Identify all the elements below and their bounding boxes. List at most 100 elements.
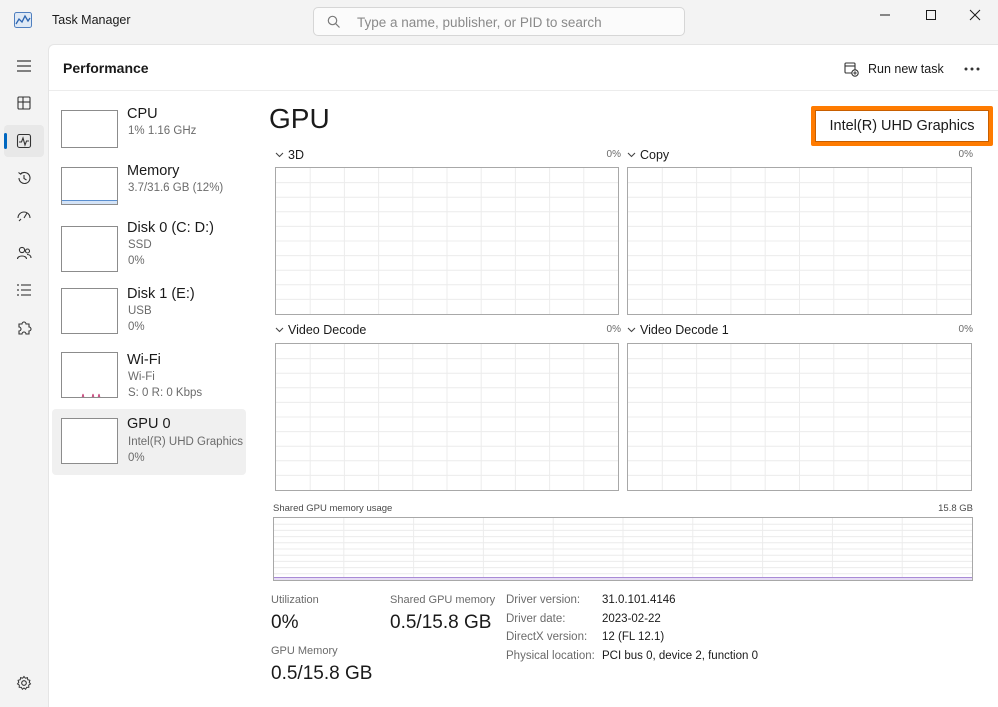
engine-label: Copy: [640, 148, 670, 162]
run-new-task-icon: [844, 61, 859, 77]
run-new-task-label: Run new task: [868, 62, 944, 76]
gpu-memory-value: 0.5/15.8 GB: [271, 663, 373, 684]
navigation-rail: [0, 44, 48, 707]
more-options-button[interactable]: [961, 59, 983, 79]
device-item-gpu-0[interactable]: GPU 0 Intel(R) UHD Graphics 0%: [52, 409, 246, 475]
startup-speedometer-icon: [17, 211, 31, 222]
engine-percent: 0%: [606, 324, 621, 335]
hamburger-menu-button[interactable]: [4, 50, 44, 82]
search-icon: [327, 15, 340, 28]
device-name: Wi-Fi: [127, 352, 161, 368]
maximize-icon: [926, 10, 936, 20]
shared-memory-graph-max: 15.8 GB: [938, 503, 973, 514]
shared-memory-graph: [273, 517, 973, 581]
title-bar: Task Manager Type a name, publisher, or …: [0, 0, 998, 44]
physical-location-value: PCI bus 0, device 2, function 0: [602, 650, 758, 662]
device-type: USB: [128, 305, 152, 317]
engine-graph-copy: [627, 167, 972, 315]
device-name: Memory: [127, 163, 180, 179]
processes-icon: [17, 96, 31, 110]
driver-date-value: 2023-02-22: [602, 613, 661, 625]
users-icon: [16, 246, 32, 260]
engine-selector-video-decode-1[interactable]: Video Decode 1: [627, 323, 729, 337]
driver-version-value: 31.0.101.4146: [602, 594, 676, 606]
disk1-thumbnail-graph: [61, 288, 118, 334]
run-new-task-button[interactable]: Run new task: [844, 58, 944, 80]
engine-percent: 0%: [958, 324, 973, 335]
shared-gpu-memory-label: Shared GPU memory: [390, 594, 496, 606]
close-button[interactable]: [952, 0, 998, 30]
engine-selector-video-decode[interactable]: Video Decode: [275, 323, 366, 337]
performance-icon: [16, 133, 32, 149]
hamburger-icon: [17, 60, 31, 72]
search-input[interactable]: Type a name, publisher, or PID to search: [313, 7, 685, 36]
engine-label: Video Decode: [288, 323, 367, 337]
device-usage: 0%: [128, 321, 145, 333]
device-usage: 0%: [128, 452, 145, 464]
engine-percent: 0%: [606, 149, 621, 160]
directx-version-label: DirectX version:: [506, 631, 588, 643]
device-model: Intel(R) UHD Graphics: [128, 436, 244, 448]
directx-version-value: 12 (FL 12.1): [602, 631, 665, 643]
settings-gear-icon: [16, 675, 32, 691]
engine-graph-3d: [275, 167, 619, 315]
device-name: GPU 0: [127, 416, 171, 432]
driver-version-label: Driver version:: [506, 594, 581, 606]
services-puzzle-icon: [18, 321, 32, 335]
utilization-label: Utilization: [271, 594, 319, 606]
memory-thumbnail-graph: [61, 167, 118, 205]
device-detail: 3.7/31.6 GB (12%): [128, 182, 224, 194]
nav-services[interactable]: [4, 312, 44, 344]
chevron-down-icon: [627, 327, 636, 333]
shared-gpu-memory-value: 0.5/15.8 GB: [390, 612, 492, 633]
page-header: Performance Run new task: [49, 45, 998, 91]
engine-selector-copy[interactable]: Copy: [627, 148, 669, 162]
details-list-icon: [17, 284, 31, 296]
disk0-thumbnail-graph: [61, 226, 118, 272]
gpu-model-name: Intel(R) UHD Graphics: [811, 106, 993, 146]
more-options-icon: [964, 67, 980, 71]
engine-graph-video-decode: [275, 343, 619, 491]
gpu-memory-label: GPU Memory: [271, 645, 338, 657]
chevron-down-icon: [275, 327, 284, 333]
nav-app-history[interactable]: [4, 162, 44, 194]
device-detail: 1% 1.16 GHz: [128, 125, 197, 137]
engine-selector-3d[interactable]: 3D: [275, 148, 304, 162]
device-usage: 0%: [128, 255, 145, 267]
window-title: Task Manager: [52, 13, 131, 27]
device-item-wifi[interactable]: Wi-Fi Wi-Fi S: 0 R: 0 Kbps: [52, 348, 246, 414]
gpu-thumbnail-graph: [61, 418, 118, 464]
minimize-button[interactable]: [862, 0, 908, 30]
device-type: SSD: [128, 239, 152, 251]
page-title: Performance: [63, 60, 149, 76]
nav-users[interactable]: [4, 237, 44, 269]
wifi-thumbnail-graph: [61, 352, 118, 398]
nav-details[interactable]: [4, 274, 44, 306]
device-type: Wi-Fi: [128, 371, 155, 383]
device-throughput: S: 0 R: 0 Kbps: [128, 387, 203, 399]
minimize-icon: [880, 14, 890, 16]
device-name: CPU: [127, 106, 158, 122]
history-icon: [18, 171, 31, 184]
chevron-down-icon: [275, 152, 284, 158]
close-icon: [969, 9, 981, 21]
nav-performance[interactable]: [4, 125, 44, 157]
chevron-down-icon: [627, 152, 636, 158]
engine-percent: 0%: [958, 149, 973, 160]
utilization-value: 0%: [271, 612, 299, 633]
driver-date-label: Driver date:: [506, 613, 566, 625]
nav-startup-apps[interactable]: [4, 199, 44, 231]
device-item-disk-1[interactable]: Disk 1 (E:) USB 0%: [52, 282, 246, 348]
nav-processes[interactable]: [4, 87, 44, 119]
physical-location-label: Physical location:: [506, 650, 595, 662]
maximize-button[interactable]: [908, 0, 954, 30]
device-item-disk-0[interactable]: Disk 0 (C: D:) SSD 0%: [52, 216, 246, 282]
engine-label: Video Decode 1: [640, 323, 729, 337]
gpu-title: GPU: [269, 103, 330, 134]
cpu-thumbnail-graph: [61, 110, 118, 148]
nav-settings[interactable]: [4, 667, 44, 699]
shared-memory-graph-label: Shared GPU memory usage: [273, 503, 393, 514]
engine-graph-video-decode-1: [627, 343, 972, 491]
engine-label: 3D: [288, 148, 304, 162]
device-name: Disk 0 (C: D:): [127, 220, 214, 236]
